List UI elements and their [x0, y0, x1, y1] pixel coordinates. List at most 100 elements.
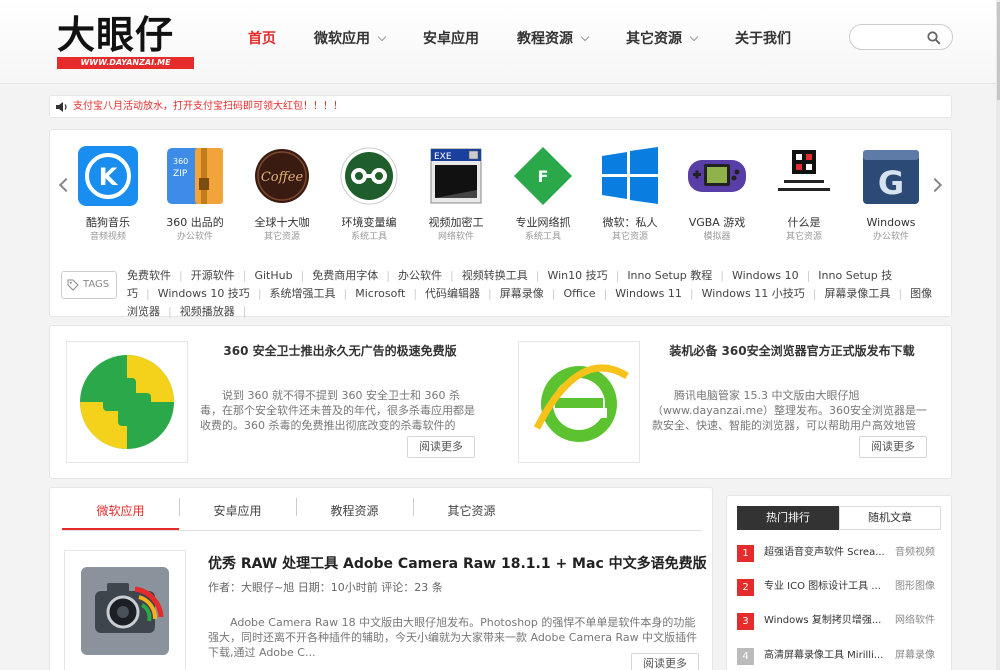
read-more-button[interactable]: 阅读更多	[407, 436, 475, 458]
rank-category[interactable]: 屏幕录像	[895, 647, 935, 665]
notice-text: 支付宝八月活动放水，打开支付宝扫码即可领大红包！！！！	[73, 101, 343, 112]
tag-link[interactable]: Win10 技巧	[547, 269, 607, 282]
tag-link[interactable]: Office	[563, 287, 595, 300]
post-meta: 作者：大眼仔~旭 日期：10小时前 评论：23 条	[208, 581, 443, 594]
360-browser-icon	[533, 364, 629, 442]
svg-text:G: G	[878, 164, 904, 202]
app-card[interactable]: 什么是 其它资源	[764, 146, 844, 244]
article-thumbnail[interactable]	[518, 341, 640, 463]
tag-link[interactable]: 开源软件	[191, 269, 235, 282]
app-category: 网络软件	[437, 232, 474, 242]
rank-title[interactable]: 高清屏幕录像工具 Mirilli...	[764, 647, 888, 665]
article-thumbnail[interactable]	[66, 341, 188, 463]
tag-link[interactable]: 免费商用字体	[312, 269, 378, 282]
site-logo[interactable]: 大眼仔 WWW.DAYANZAI.ME	[57, 14, 195, 70]
tab-android-apps[interactable]: 安卓应用	[179, 500, 296, 530]
app-card[interactable]: 360 ZIP 360 出品的 办公软件	[155, 146, 235, 244]
app-category: 其它资源	[263, 232, 300, 242]
tag-separator: |	[386, 269, 390, 282]
tab-tutorials[interactable]: 教程资源	[296, 500, 413, 530]
rank-title[interactable]: Windows 复制拷贝增强...	[764, 612, 888, 630]
app-name: Windows	[866, 216, 916, 229]
tab-other-resources[interactable]: 其它资源	[413, 500, 530, 530]
tag-link[interactable]: Microsoft	[355, 287, 405, 300]
nav-label: 其它资源	[626, 31, 682, 47]
app-card[interactable]: Coffee 全球十大咖 其它资源	[242, 146, 322, 244]
tag-separator: |	[242, 269, 247, 282]
rank-title[interactable]: 专业 ICO 图标设计工具 ...	[764, 578, 888, 596]
tag-separator: |	[806, 269, 811, 282]
tag-link[interactable]: 视频转换工具	[462, 269, 528, 282]
app-category: 办公软件	[872, 232, 909, 242]
logo-subtitle: WWW.DAYANZAI.ME	[57, 57, 194, 69]
tag-separator: |	[812, 287, 817, 300]
tag-link[interactable]: Windows 11	[615, 287, 682, 300]
app-name: 视频加密工	[428, 216, 484, 229]
rank-item[interactable]: 2 专业 ICO 图标设计工具 ... 图形图像	[737, 578, 943, 596]
notice-bar[interactable]: 支付宝八月活动放水，打开支付宝扫码即可领大红包！！！！	[49, 95, 952, 118]
post-title[interactable]: 优秀 RAW 处理工具 Adobe Camera Raw 18.1.1 + Ma…	[208, 554, 707, 574]
nav-item-tutorials[interactable]: 教程资源	[517, 24, 590, 54]
page-scrollbar[interactable]	[996, 0, 1000, 670]
tags-label-text: TAGS	[83, 279, 110, 290]
tab-microsoft-apps[interactable]: 微软应用	[62, 500, 179, 530]
nav-item-home[interactable]: 首页	[248, 24, 276, 54]
chevron-down-icon	[580, 32, 590, 42]
tag-link[interactable]: 办公软件	[398, 269, 442, 282]
tag-separator: |	[146, 287, 150, 300]
tag-separator: |	[179, 269, 183, 282]
read-more-button[interactable]: 阅读更多	[631, 653, 699, 670]
logo-text: 大眼仔	[57, 12, 175, 57]
rank-number: 4	[737, 648, 754, 665]
nav-item-android-apps[interactable]: 安卓应用	[423, 24, 479, 54]
rank-category[interactable]: 音频视频	[895, 544, 935, 562]
tag-link[interactable]: Windows 10 技巧	[158, 287, 250, 300]
tag-link[interactable]: 视频播放器	[180, 305, 235, 318]
tabs-underline	[62, 530, 702, 531]
search-icon[interactable]	[927, 31, 941, 45]
search-input[interactable]	[860, 29, 926, 45]
rank-item[interactable]: 1 超强语音变声软件 Screa... 音频视频	[737, 544, 943, 562]
tag-link[interactable]: 系统增强工具	[270, 287, 336, 300]
nav-item-microsoft-apps[interactable]: 微软应用	[314, 24, 387, 54]
svg-text:ZIP: ZIP	[173, 169, 188, 179]
tag-link[interactable]: 免费软件	[127, 269, 171, 282]
app-category: 系统工具	[524, 232, 561, 242]
app-card[interactable]: F 专业网络抓 系统工具	[503, 146, 583, 244]
app-card[interactable]: EXE 视频加密工 网络软件	[416, 146, 496, 244]
rank-title[interactable]: 超强语音变声软件 Screa...	[764, 544, 888, 562]
rank-item[interactable]: 3 Windows 复制拷贝增强... 网络软件	[737, 612, 943, 630]
article-title[interactable]: 装机必备 360安全浏览器官方正式版发布下载	[657, 342, 927, 360]
tag-link[interactable]: 屏幕录像	[500, 287, 544, 300]
tag-link[interactable]: Windows 10	[732, 269, 799, 282]
tag-link[interactable]: 代码编辑器	[425, 287, 480, 300]
camera-raw-icon	[81, 567, 169, 655]
read-more-button[interactable]: 阅读更多	[859, 436, 927, 458]
tag-link[interactable]: 屏幕录像工具	[824, 287, 890, 300]
rank-category[interactable]: 图形图像	[895, 578, 935, 596]
tags-label: TAGS	[61, 271, 117, 299]
tab-hot-ranking[interactable]: 热门排行	[737, 506, 839, 530]
post-thumbnail[interactable]	[64, 550, 186, 670]
app-card[interactable]: 微软：私人 其它资源	[590, 146, 670, 244]
sidebar-rankings: 热门排行 随机文章 1 超强语音变声软件 Screa... 音频视频 2 专业 …	[726, 495, 952, 670]
tag-link[interactable]: Windows 11 小技巧	[702, 287, 805, 300]
rank-item[interactable]: 4 高清屏幕录像工具 Mirilli... 屏幕录像	[737, 647, 943, 665]
rank-number: 3	[737, 613, 754, 630]
tag-separator: |	[168, 305, 172, 318]
app-card[interactable]: G Windows 办公软件	[851, 146, 931, 244]
rank-number: 1	[737, 545, 754, 562]
app-card[interactable]: 环境变量编 系统工具	[329, 146, 409, 244]
app-card[interactable]: VGBA 游戏 模拟器	[677, 146, 757, 244]
tag-cloud: 免费软件 | 开源软件 | GitHub | 免费商用字体 | 办公软件 | 视频转换工具 | Win1…	[127, 267, 937, 321]
article-title[interactable]: 360 安全卫士推出永久无广告的极速免费版	[205, 342, 475, 360]
tag-link[interactable]: GitHub	[254, 269, 292, 282]
tab-random-articles[interactable]: 随机文章	[839, 506, 941, 530]
nav-item-other-resources[interactable]: 其它资源	[626, 24, 699, 54]
app-name: 微软：私人	[602, 216, 658, 229]
nav-item-about[interactable]: 关于我们	[735, 24, 791, 54]
tag-separator: |	[488, 287, 492, 300]
app-card[interactable]: K 酷狗音乐 音频视频	[68, 146, 148, 244]
tag-link[interactable]: Inno Setup 教程	[627, 269, 712, 282]
rank-category[interactable]: 网络软件	[895, 612, 935, 630]
